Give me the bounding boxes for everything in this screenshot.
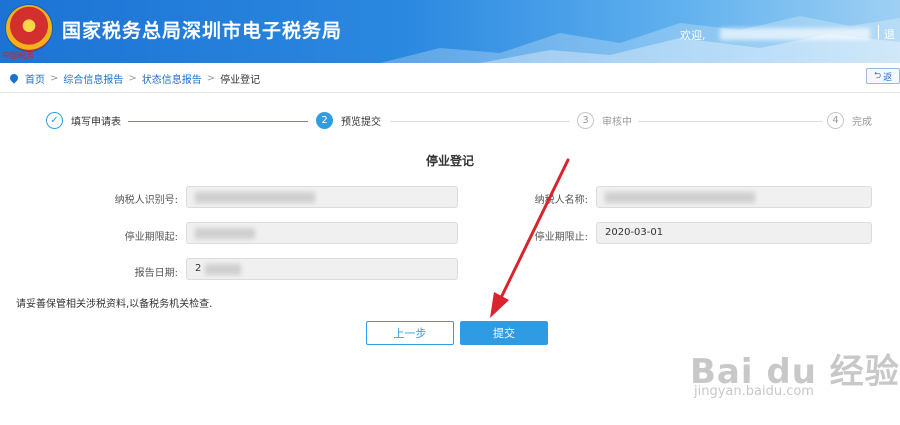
redacted-value [605, 192, 755, 203]
breadcrumb-divider [0, 92, 900, 93]
step-label: 审核中 [602, 117, 632, 128]
step-label: 填写申请表 [71, 117, 121, 128]
breadcrumb-separator: > [206, 72, 216, 84]
logout-link[interactable]: 退 [884, 26, 895, 42]
step-number: 4 [827, 112, 844, 129]
taxpayer-name-field[interactable] [596, 186, 872, 208]
check-icon: ✓ [46, 112, 63, 129]
taxpayer-id-field[interactable] [186, 186, 458, 208]
step-complete: 4 完成 [827, 112, 872, 129]
site-header: 中国税务 国家税务总局深圳市电子税务局 欢迎, 退 [0, 0, 900, 63]
previous-step-button[interactable]: 上一步 [366, 321, 454, 345]
tax-emblem-icon [6, 5, 52, 51]
step-number: 3 [577, 112, 594, 129]
breadcrumb: 首页 > 综合信息报告 > 状态信息报告 > 停业登记 [8, 70, 261, 86]
redacted-value [205, 264, 241, 275]
step-fill-form: ✓ 填写申请表 [46, 112, 121, 129]
taxpayer-name-label: 纳税人名称: [534, 195, 588, 206]
redacted-value [195, 192, 315, 203]
breadcrumb-status-report[interactable]: 状态信息报告 [142, 71, 202, 86]
notice-text: 请妥善保管相关涉税资料,以备税务机关检查. [16, 299, 213, 310]
form-title: 停业登记 [425, 154, 474, 168]
step-preview-submit: 2 预览提交 [316, 112, 381, 129]
redacted-value [195, 228, 255, 239]
step-label: 完成 [852, 117, 872, 128]
breadcrumb-comprehensive-report[interactable]: 综合信息报告 [63, 71, 123, 86]
user-name-redacted [720, 28, 870, 40]
site-title: 国家税务总局深圳市电子税务局 [62, 20, 343, 42]
back-button[interactable]: ⮌ 返 [866, 68, 900, 84]
breadcrumb-current: 停业登记 [220, 74, 261, 86]
return-arrow-icon: ⮌ [873, 71, 882, 81]
report-date-prefix: 2 [195, 263, 202, 274]
report-date-field[interactable]: 2 [186, 258, 458, 280]
suspension-start-label: 停业期限起: [124, 232, 178, 243]
location-pin-icon [8, 72, 20, 84]
suspension-end-field[interactable]: 2020-03-01 [596, 222, 872, 244]
taxpayer-id-label: 纳税人识别号: [114, 195, 178, 206]
emblem-caption: 中国税务 [2, 51, 34, 60]
suspension-end-label: 停业期限止: [534, 232, 588, 243]
back-label: 返 [883, 72, 893, 83]
header-divider [878, 25, 879, 39]
baidu-watermark: Bai du 经验 jingyan.baidu.com [690, 344, 900, 399]
step-connector-done [128, 121, 308, 122]
step-review: 3 审核中 [577, 112, 632, 129]
breadcrumb-home[interactable]: 首页 [25, 71, 45, 86]
breadcrumb-separator: > [50, 72, 59, 84]
welcome-text: 欢迎, [680, 29, 706, 42]
step-connector [390, 121, 570, 122]
suspension-start-field[interactable] [186, 222, 458, 244]
step-connector [638, 121, 822, 122]
watermark-url: jingyan.baidu.com [694, 384, 814, 399]
step-number: 2 [316, 112, 333, 129]
submit-button[interactable]: 提交 [460, 321, 548, 345]
step-label: 预览提交 [341, 117, 381, 128]
report-date-label: 报告日期: [134, 268, 178, 279]
breadcrumb-separator: > [128, 72, 137, 84]
